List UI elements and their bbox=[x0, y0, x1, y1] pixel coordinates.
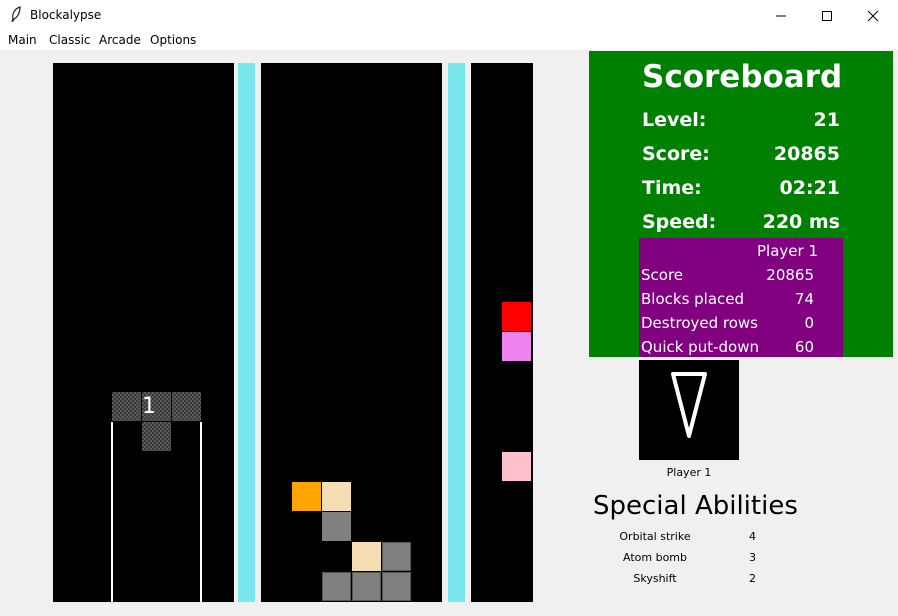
stat-label: Destroyed rows bbox=[641, 314, 758, 332]
menu-options[interactable]: Options bbox=[150, 33, 196, 47]
player-stats-header: Player 1 bbox=[757, 242, 818, 260]
close-button[interactable] bbox=[850, 0, 896, 31]
ability-name: Atom bomb bbox=[623, 551, 687, 564]
active-piece-player-number: 1 bbox=[142, 394, 156, 419]
board-divider-left bbox=[238, 63, 255, 602]
menu-arcade[interactable]: Arcade bbox=[99, 33, 141, 47]
special-abilities-title: Special Abilities bbox=[593, 491, 798, 521]
stat-label: Quick put-down bbox=[641, 338, 759, 356]
ability-count: 2 bbox=[749, 572, 756, 585]
level-label: Level: bbox=[642, 109, 707, 131]
placed-block bbox=[352, 542, 381, 571]
placed-block bbox=[322, 482, 351, 511]
stat-value: 74 bbox=[794, 290, 814, 308]
stat-label: Blocks placed bbox=[641, 290, 745, 308]
active-piece-cell bbox=[112, 392, 141, 421]
ability-count: 4 bbox=[749, 530, 756, 543]
maximize-icon bbox=[822, 10, 832, 21]
drop-guide-right bbox=[200, 422, 202, 602]
player-stats-table: Player 1 Score 20865 Blocks placed 74 De… bbox=[639, 238, 843, 357]
game-board-left[interactable] bbox=[53, 63, 234, 602]
queued-block bbox=[502, 332, 531, 361]
time-label: Time: bbox=[642, 177, 702, 199]
active-piece-cell bbox=[172, 392, 201, 421]
stat-value: 20865 bbox=[766, 266, 814, 284]
stat-label: Score bbox=[641, 266, 684, 284]
scoreboard-title: Scoreboard bbox=[642, 59, 843, 95]
menu-classic[interactable]: Classic bbox=[49, 33, 91, 47]
ability-name: Skyshift bbox=[633, 572, 677, 585]
close-icon bbox=[867, 10, 879, 21]
placed-block bbox=[322, 512, 351, 541]
triangle-piece-icon bbox=[671, 372, 707, 438]
board-divider-right bbox=[448, 63, 465, 602]
ability-name: Orbital strike bbox=[619, 530, 691, 543]
minimize-icon bbox=[776, 15, 786, 16]
active-piece-cell bbox=[142, 422, 171, 451]
queued-block bbox=[502, 452, 531, 481]
ability-count: 3 bbox=[749, 551, 756, 564]
maximize-button[interactable] bbox=[804, 0, 850, 31]
score-label: Score: bbox=[642, 143, 710, 165]
menu-main[interactable]: Main bbox=[8, 33, 37, 47]
speed-label: Speed: bbox=[642, 211, 717, 233]
queued-block bbox=[502, 302, 531, 331]
score-value: 20865 bbox=[773, 143, 840, 165]
feather-icon bbox=[10, 6, 22, 26]
placed-block bbox=[382, 572, 411, 601]
stat-value: 60 bbox=[794, 338, 814, 356]
time-value: 02:21 bbox=[779, 177, 840, 199]
title-bar: Blockalypse bbox=[0, 0, 898, 31]
placed-block bbox=[322, 572, 351, 601]
drop-guide-left bbox=[111, 422, 113, 602]
minimize-button[interactable] bbox=[758, 0, 804, 31]
window-title: Blockalypse bbox=[30, 8, 102, 22]
speed-value: 220 ms bbox=[762, 211, 840, 233]
placed-block bbox=[382, 542, 411, 571]
placed-block bbox=[292, 482, 321, 511]
player-caption: Player 1 bbox=[666, 466, 712, 479]
stat-value: 0 bbox=[804, 314, 814, 332]
next-piece-preview bbox=[639, 360, 739, 460]
game-board-middle[interactable] bbox=[261, 63, 442, 602]
placed-block bbox=[352, 572, 381, 601]
level-value: 21 bbox=[813, 109, 840, 131]
menu-bar: Main Classic Arcade Options bbox=[0, 31, 898, 50]
